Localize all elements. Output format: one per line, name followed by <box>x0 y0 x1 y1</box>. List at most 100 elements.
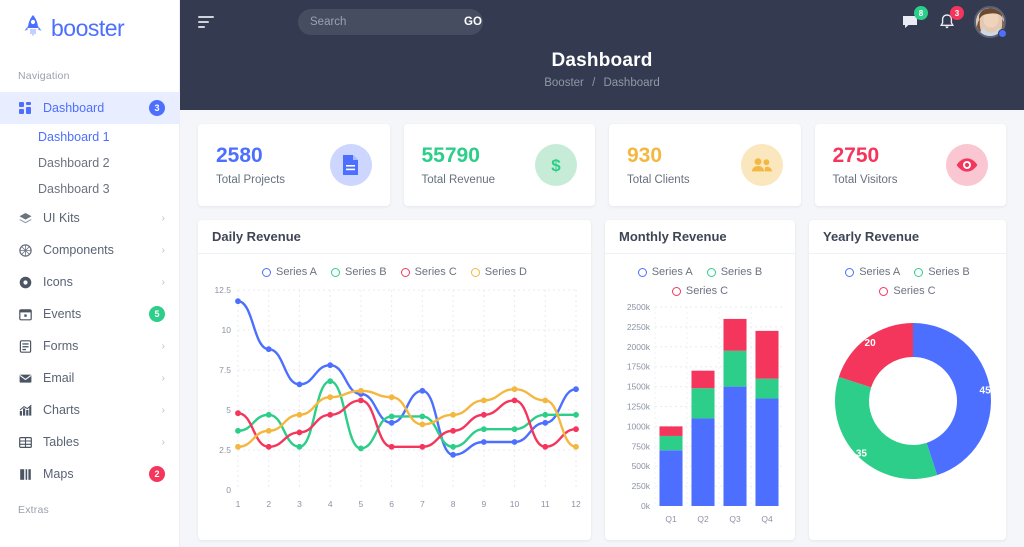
sidebar: booster Navigation Dashboard 3 Dashboard… <box>0 0 180 547</box>
users-icon <box>741 144 783 186</box>
sidebar-subitem-dashboard-3[interactable]: Dashboard 3 <box>0 176 179 202</box>
sidebar-item-dashboard[interactable]: Dashboard 3 <box>0 92 179 124</box>
legend-daily-revenue: Series A Series B Series C Series D <box>198 254 591 282</box>
sidebar-item-icons[interactable]: Icons › <box>0 266 179 298</box>
svg-text:8: 8 <box>451 499 456 509</box>
legend-item[interactable]: Series A <box>638 266 693 278</box>
sidebar-subitem-dashboard-1[interactable]: Dashboard 1 <box>0 124 179 150</box>
sidebar-item-email[interactable]: Email › <box>0 362 179 394</box>
svg-text:2500k: 2500k <box>627 302 651 312</box>
svg-text:10: 10 <box>222 325 232 335</box>
legend-marker-icon <box>471 268 480 277</box>
legend-marker-icon <box>707 268 716 277</box>
user-avatar-button[interactable] <box>974 6 1006 38</box>
line-chart: 02.557.51012.5123456789101112 <box>204 282 585 532</box>
page-title: Dashboard <box>198 50 1006 72</box>
legend-label: Series A <box>652 266 693 278</box>
sidebar-subitem-label: Dashboard 3 <box>38 182 110 196</box>
legend-label: Series B <box>721 266 763 278</box>
svg-text:10: 10 <box>510 499 520 509</box>
messages-button[interactable]: 8 <box>902 13 920 31</box>
legend-item[interactable]: Series B <box>914 266 970 278</box>
sidebar-item-label: Forms <box>43 339 162 353</box>
legend-marker-icon <box>331 268 340 277</box>
breadcrumb: Booster / Dashboard <box>198 77 1006 89</box>
legend-marker-icon <box>401 268 410 277</box>
panel-daily-revenue: Daily Revenue Series A Series B Serie <box>198 220 591 540</box>
sidebar-item-tables[interactable]: Tables › <box>0 426 179 458</box>
svg-text:20: 20 <box>865 338 877 349</box>
svg-text:1500k: 1500k <box>627 382 651 392</box>
sidebar-item-ui-kits[interactable]: UI Kits › <box>0 202 179 234</box>
page-heading: Dashboard Booster / Dashboard <box>198 50 1006 89</box>
svg-text:Q2: Q2 <box>697 514 709 524</box>
stat-value: 2580 <box>216 144 285 167</box>
search-box[interactable]: GO <box>298 9 483 35</box>
brand-name: booster <box>51 15 124 42</box>
legend-item[interactable]: Series B <box>707 266 763 278</box>
hamburger-icon[interactable] <box>198 14 216 31</box>
sidebar-item-label: Events <box>43 307 149 321</box>
legend-label: Series D <box>485 266 527 278</box>
main-area: GO 8 3 <box>180 0 1024 547</box>
notifications-button[interactable]: 3 <box>938 13 956 31</box>
stat-card-total-projects[interactable]: 2580 Total Projects <box>198 124 390 206</box>
legend-yearly-revenue: Series A Series B Series C <box>809 254 1006 301</box>
legend-marker-icon <box>262 268 271 277</box>
svg-text:35: 35 <box>856 449 868 460</box>
legend-item[interactable]: Series A <box>262 266 317 278</box>
chevron-right-icon: › <box>162 213 165 224</box>
header-actions: 8 3 <box>902 6 1006 38</box>
notifications-count: 3 <box>950 6 964 20</box>
stat-card-total-clients[interactable]: 930 Total Clients <box>609 124 801 206</box>
breadcrumb-root[interactable]: Booster <box>544 77 584 89</box>
chart-panels: Daily Revenue Series A Series B Serie <box>198 220 1006 540</box>
search-input[interactable] <box>310 16 464 28</box>
online-status-dot <box>998 29 1007 38</box>
plot-yearly-revenue: 45 35 20 <box>809 301 1006 511</box>
sidebar-item-label: Charts <box>43 403 162 417</box>
stat-value: 2750 <box>833 144 898 167</box>
sidebar-subitem-label: Dashboard 1 <box>38 130 110 144</box>
svg-text:12: 12 <box>571 499 581 509</box>
sidebar-item-events[interactable]: Events 5 <box>0 298 179 330</box>
legend-item[interactable]: Series C <box>879 285 935 297</box>
stat-card-total-revenue[interactable]: 55790 Total Revenue $ <box>404 124 596 206</box>
legend-item[interactable]: Series D <box>471 266 527 278</box>
legend-item[interactable]: Series C <box>401 266 457 278</box>
panel-title: Yearly Revenue <box>809 220 1006 254</box>
panel-title: Daily Revenue <box>198 220 591 254</box>
sidebar-item-forms[interactable]: Forms › <box>0 330 179 362</box>
svg-text:3: 3 <box>297 499 302 509</box>
legend-label: Series B <box>345 266 387 278</box>
sidebar-item-charts[interactable]: Charts › <box>0 394 179 426</box>
calendar-icon <box>18 307 33 322</box>
sidebar-item-label: Tables <box>43 435 162 449</box>
legend-label: Series A <box>276 266 317 278</box>
stat-card-total-visitors[interactable]: 2750 Total Visitors <box>815 124 1007 206</box>
chevron-right-icon: › <box>162 341 165 352</box>
search-go-button[interactable]: GO <box>464 16 482 28</box>
legend-item[interactable]: Series A <box>845 266 900 278</box>
legend-label: Series C <box>415 266 457 278</box>
stat-label: Total Projects <box>216 174 285 186</box>
svg-text:45: 45 <box>980 386 992 397</box>
sidebar-subitem-dashboard-2[interactable]: Dashboard 2 <box>0 150 179 176</box>
chevron-right-icon: › <box>162 277 165 288</box>
chevron-right-icon: › <box>162 437 165 448</box>
sidebar-badge-events: 5 <box>149 306 165 322</box>
legend-marker-icon <box>672 287 681 296</box>
chevron-right-icon: › <box>162 245 165 256</box>
legend-item[interactable]: Series B <box>331 266 387 278</box>
svg-text:0k: 0k <box>641 501 651 511</box>
svg-text:750k: 750k <box>632 441 651 451</box>
svg-text:Q4: Q4 <box>761 514 773 524</box>
brand-logo[interactable]: booster <box>0 0 179 56</box>
sidebar-item-maps[interactable]: Maps 2 <box>0 458 179 490</box>
sidebar-item-label: Email <box>43 371 162 385</box>
legend-monthly-revenue: Series A Series B Series C <box>605 254 795 301</box>
svg-text:Q1: Q1 <box>665 514 677 524</box>
svg-text:2250k: 2250k <box>627 322 651 332</box>
legend-item[interactable]: Series C <box>672 285 728 297</box>
sidebar-item-components[interactable]: Components › <box>0 234 179 266</box>
